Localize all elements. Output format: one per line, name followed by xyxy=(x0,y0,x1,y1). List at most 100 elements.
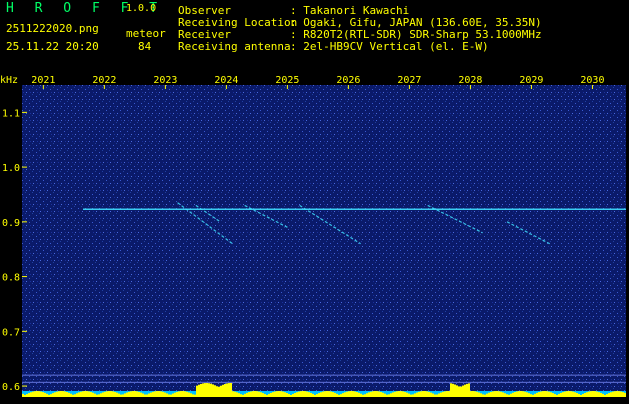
level-bar xyxy=(126,392,128,397)
level-bar xyxy=(376,391,378,397)
level-bar xyxy=(480,393,482,397)
level-bar xyxy=(46,393,48,397)
level-bar xyxy=(398,391,400,397)
level-bar xyxy=(246,392,248,397)
x-tick-label: 2022 xyxy=(92,75,116,86)
level-bar xyxy=(250,391,252,397)
level-bar xyxy=(148,393,150,397)
level-bar xyxy=(154,391,156,397)
level-bar xyxy=(146,394,148,397)
level-bar xyxy=(406,392,408,397)
level-bar xyxy=(258,391,260,397)
level-bar xyxy=(234,391,236,397)
level-bar xyxy=(592,391,594,397)
level-bar xyxy=(218,386,220,397)
level-bar xyxy=(44,392,46,397)
level-bar xyxy=(132,391,134,397)
level-bar xyxy=(308,392,310,397)
level-bar xyxy=(604,394,606,397)
level-bar xyxy=(576,393,578,397)
level-bar xyxy=(172,393,174,397)
level-bar xyxy=(384,393,386,397)
level-bar xyxy=(486,393,488,397)
level-bar xyxy=(162,391,164,397)
level-bar xyxy=(356,392,358,397)
spectrogram-panel: kHz 2021 2022 2023 2024 2025 2026 2027 2028 2029… xyxy=(0,73,629,400)
level-bar xyxy=(554,394,556,397)
level-bar xyxy=(540,391,542,397)
level-bar xyxy=(50,394,52,397)
level-bar xyxy=(450,383,452,397)
level-bar xyxy=(436,394,438,397)
level-bar xyxy=(512,392,514,397)
level-bar xyxy=(306,391,308,397)
level-bar xyxy=(478,392,480,397)
level-bar xyxy=(324,391,326,397)
level-bar xyxy=(424,391,426,397)
level-bar xyxy=(586,392,588,397)
level-bar xyxy=(516,391,518,397)
level-bar xyxy=(360,393,362,397)
level-bar xyxy=(352,391,354,397)
level-bar xyxy=(430,392,432,397)
level-bar xyxy=(338,394,340,397)
level-bar xyxy=(116,392,118,397)
level-bar xyxy=(544,391,546,397)
level-bar xyxy=(262,393,264,397)
level-bar xyxy=(204,383,206,397)
level-bar xyxy=(484,394,486,397)
level-bar xyxy=(254,391,256,397)
level-bar xyxy=(448,391,450,397)
level-bar xyxy=(344,392,346,397)
level-bar xyxy=(222,384,224,397)
level-bar xyxy=(396,391,398,397)
level-bar xyxy=(620,391,622,397)
level-bar xyxy=(556,394,558,397)
level-bar xyxy=(608,393,610,397)
level-bar xyxy=(72,394,74,397)
level-bar xyxy=(104,391,106,397)
level-bar xyxy=(292,393,294,397)
level-bar xyxy=(160,391,162,397)
level-bar xyxy=(342,393,344,397)
level-bar xyxy=(572,391,574,397)
level-bar xyxy=(490,391,492,397)
level-bar xyxy=(142,393,144,397)
level-bar xyxy=(188,392,190,397)
level-bar xyxy=(304,391,306,397)
level-bar xyxy=(150,392,152,397)
x-tick-label: 2021 xyxy=(31,75,55,86)
level-bar xyxy=(524,391,526,397)
level-bar xyxy=(192,394,194,397)
level-bar xyxy=(118,393,120,397)
x-tick-label: 2023 xyxy=(153,75,177,86)
level-bar xyxy=(552,393,554,397)
level-bar xyxy=(220,385,222,397)
level-bar xyxy=(618,391,620,397)
level-bar xyxy=(404,391,406,397)
level-bar xyxy=(242,394,244,397)
level-bar xyxy=(96,394,98,397)
level-bar xyxy=(180,391,182,397)
level-bar xyxy=(482,394,484,397)
level-bar xyxy=(310,392,312,397)
level-bar xyxy=(334,392,336,397)
level-bar xyxy=(260,392,262,397)
meteor-label: meteor xyxy=(126,27,166,40)
level-bar xyxy=(456,385,458,397)
level-bar xyxy=(602,393,604,397)
level-bar xyxy=(466,383,468,397)
level-bar xyxy=(562,392,564,397)
level-bar xyxy=(158,391,160,397)
level-bar xyxy=(68,392,70,397)
level-bar xyxy=(564,391,566,397)
level-bar xyxy=(330,391,332,397)
level-bar xyxy=(216,386,218,397)
level-bar xyxy=(122,394,124,397)
level-bar xyxy=(492,391,494,397)
info-keys: Observer Receiving Location Receiver Rec… xyxy=(178,5,297,53)
level-bar xyxy=(32,391,34,397)
level-bar xyxy=(580,394,582,397)
level-bar xyxy=(372,391,374,397)
level-bar xyxy=(78,392,80,397)
